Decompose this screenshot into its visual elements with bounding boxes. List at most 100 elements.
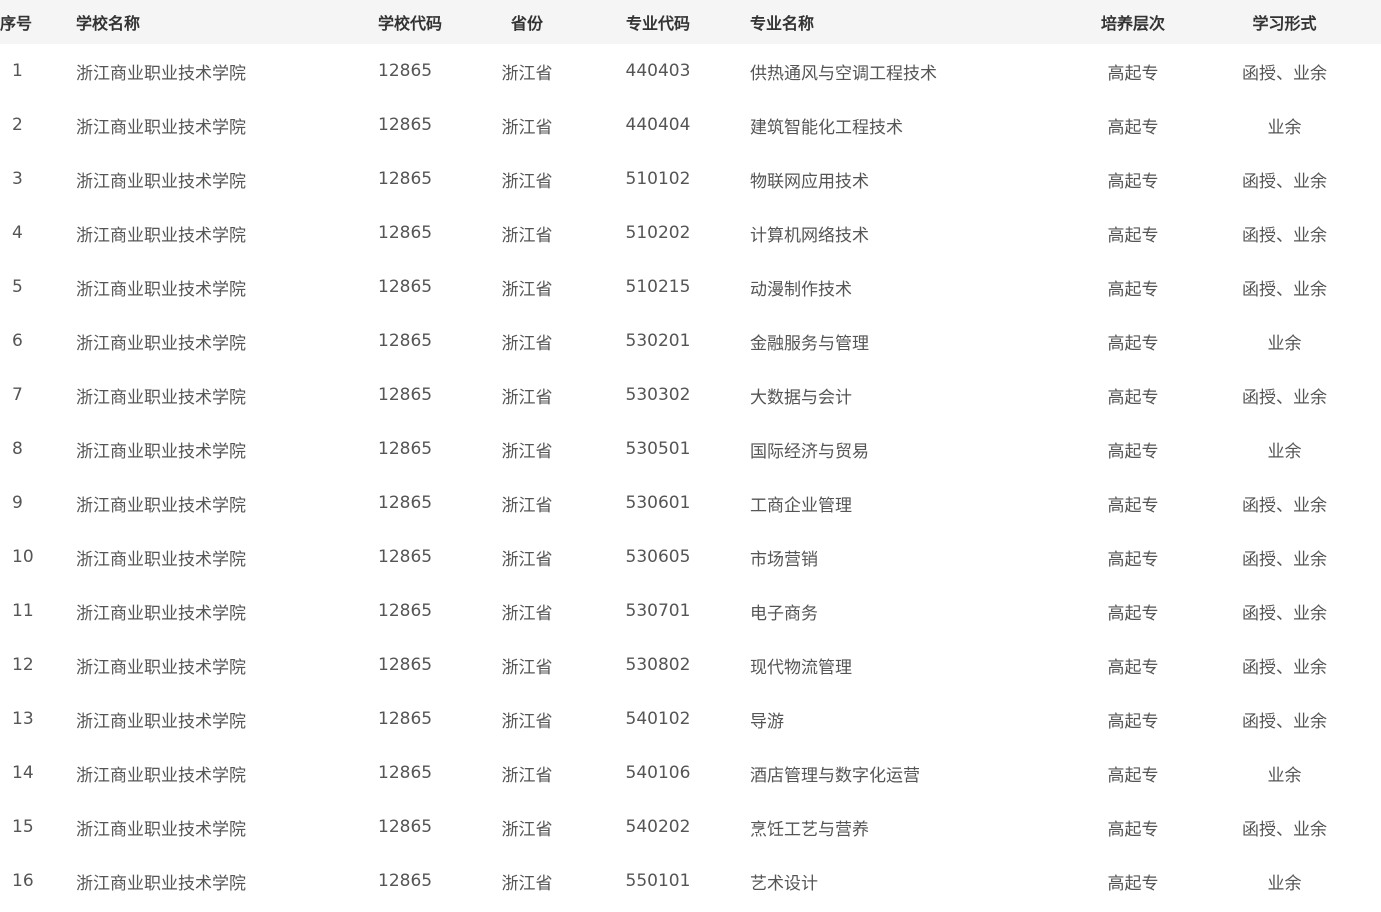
table-row: 5 浙江商业职业技术学院 12865 浙江省 510215 动漫制作技术 高起专 函授、业余	[0, 260, 1381, 314]
cell-level: 高起专	[1107, 333, 1159, 354]
cell-level: 高起专	[1107, 171, 1159, 192]
cell-school-name: 浙江商业职业技术学院	[76, 441, 246, 462]
cell-major-name: 金融服务与管理	[750, 333, 869, 354]
cell-major-name: 建筑智能化工程技术	[750, 117, 903, 138]
cell-major-name: 导游	[750, 711, 784, 732]
cell-major-name: 酒店管理与数字化运营	[750, 765, 920, 786]
cell-major-name: 市场营销	[750, 549, 818, 570]
cell-level: 高起专	[1107, 441, 1159, 462]
cell-level: 高起专	[1107, 765, 1159, 786]
table-row: 11 浙江商业职业技术学院 12865 浙江省 530701 电子商务 高起专 函授、业余	[0, 584, 1381, 638]
cell-major-name: 艺术设计	[750, 873, 818, 894]
cell-index: 1	[12, 61, 23, 81]
cell-level: 高起专	[1107, 495, 1159, 516]
cell-index: 2	[12, 115, 23, 135]
table-row: 1 浙江商业职业技术学院 12865 浙江省 440403 供热通风与空调工程技术 高起专 函…	[0, 44, 1381, 98]
cell-province: 浙江省	[501, 819, 553, 840]
cell-school-name: 浙江商业职业技术学院	[76, 873, 246, 894]
cell-level: 高起专	[1107, 873, 1159, 894]
cell-province: 浙江省	[501, 495, 553, 516]
cell-major-code: 510215	[625, 277, 691, 297]
cell-major-code: 540102	[625, 709, 691, 729]
cell-province: 浙江省	[501, 171, 553, 192]
cell-province: 浙江省	[501, 657, 553, 678]
cell-province: 浙江省	[501, 225, 553, 246]
cell-study-mode: 函授、业余	[1242, 657, 1327, 678]
cell-school-name: 浙江商业职业技术学院	[76, 711, 246, 732]
cell-level: 高起专	[1107, 63, 1159, 84]
cell-school-code: 12865	[378, 871, 433, 891]
cell-study-mode: 业余	[1267, 873, 1302, 894]
table-row: 14 浙江商业职业技术学院 12865 浙江省 540106 酒店管理与数字化运营 高起专 业…	[0, 746, 1381, 800]
cell-level: 高起专	[1107, 225, 1159, 246]
cell-major-name: 动漫制作技术	[750, 279, 852, 300]
cell-index: 13	[12, 709, 34, 729]
header-school-name: 学校名称	[76, 14, 141, 33]
cell-major-code: 510202	[625, 223, 691, 243]
cell-school-name: 浙江商业职业技术学院	[76, 225, 246, 246]
cell-province: 浙江省	[501, 387, 553, 408]
header-province: 省份	[510, 14, 543, 33]
cell-study-mode: 业余	[1267, 441, 1302, 462]
cell-province: 浙江省	[501, 333, 553, 354]
cell-major-code: 440404	[625, 115, 691, 135]
cell-index: 10	[12, 547, 34, 567]
cell-school-name: 浙江商业职业技术学院	[76, 63, 246, 84]
cell-major-name: 电子商务	[750, 603, 818, 624]
table-row: 12 浙江商业职业技术学院 12865 浙江省 530802 现代物流管理 高起专 函授、业余	[0, 638, 1381, 692]
cell-major-name: 物联网应用技术	[750, 171, 869, 192]
cell-study-mode: 函授、业余	[1242, 495, 1327, 516]
cell-major-name: 国际经济与贸易	[750, 441, 869, 462]
cell-school-code: 12865	[378, 169, 433, 189]
cell-school-name: 浙江商业职业技术学院	[76, 765, 246, 786]
table-row: 7 浙江商业职业技术学院 12865 浙江省 530302 大数据与会计 高起专 函授、业余	[0, 368, 1381, 422]
cell-study-mode: 函授、业余	[1242, 711, 1327, 732]
cell-major-code: 530501	[625, 439, 691, 459]
table-row: 9 浙江商业职业技术学院 12865 浙江省 530601 工商企业管理 高起专 函授、业余	[0, 476, 1381, 530]
table-row: 3 浙江商业职业技术学院 12865 浙江省 510102 物联网应用技术 高起专 函授、业余	[0, 152, 1381, 206]
cell-major-name: 工商企业管理	[750, 495, 852, 516]
cell-major-code: 530605	[625, 547, 691, 567]
cell-index: 9	[12, 493, 23, 513]
cell-school-code: 12865	[378, 817, 433, 837]
cell-level: 高起专	[1107, 117, 1159, 138]
cell-study-mode: 业余	[1267, 333, 1302, 354]
cell-school-code: 12865	[378, 115, 433, 135]
cell-index: 4	[12, 223, 23, 243]
cell-school-name: 浙江商业职业技术学院	[76, 117, 246, 138]
cell-school-code: 12865	[378, 601, 433, 621]
cell-level: 高起专	[1107, 387, 1159, 408]
cell-province: 浙江省	[501, 117, 553, 138]
cell-index: 11	[12, 601, 34, 621]
cell-study-mode: 函授、业余	[1242, 63, 1327, 84]
cell-school-name: 浙江商业职业技术学院	[76, 333, 246, 354]
header-row: 序号 学校名称 学校代码 省份 专业代码 专业名称 培养层次 学习形式	[0, 0, 1381, 44]
cell-level: 高起专	[1107, 279, 1159, 300]
cell-school-name: 浙江商业职业技术学院	[76, 819, 246, 840]
cell-study-mode: 函授、业余	[1242, 225, 1327, 246]
cell-school-name: 浙江商业职业技术学院	[76, 495, 246, 516]
cell-school-name: 浙江商业职业技术学院	[76, 279, 246, 300]
table-row: 2 浙江商业职业技术学院 12865 浙江省 440404 建筑智能化工程技术 高起专 业余	[0, 98, 1381, 152]
header-level: 培养层次	[1100, 14, 1165, 33]
table-row: 4 浙江商业职业技术学院 12865 浙江省 510202 计算机网络技术 高起专 函授、业余	[0, 206, 1381, 260]
table-body: 1 浙江商业职业技术学院 12865 浙江省 440403 供热通风与空调工程技术 高起专函…	[0, 44, 1381, 908]
cell-study-mode: 函授、业余	[1242, 549, 1327, 570]
cell-major-code: 510102	[625, 169, 691, 189]
cell-province: 浙江省	[501, 441, 553, 462]
majors-table: 序号 学校名称 学校代码 省份 专业代码 专业名称 培养层次 学习形式 1 浙江商…	[0, 0, 1381, 908]
cell-index: 7	[12, 385, 23, 405]
cell-major-name: 计算机网络技术	[750, 225, 869, 246]
cell-level: 高起专	[1107, 603, 1159, 624]
cell-index: 5	[12, 277, 23, 297]
cell-school-code: 12865	[378, 763, 433, 783]
cell-study-mode: 业余	[1267, 117, 1302, 138]
cell-school-name: 浙江商业职业技术学院	[76, 657, 246, 678]
cell-level: 高起专	[1107, 549, 1159, 570]
cell-school-code: 12865	[378, 655, 433, 675]
cell-index: 14	[12, 763, 34, 783]
cell-province: 浙江省	[501, 873, 553, 894]
cell-school-code: 12865	[378, 223, 433, 243]
header-major-code: 专业代码	[625, 14, 690, 33]
cell-major-code: 540106	[625, 763, 691, 783]
